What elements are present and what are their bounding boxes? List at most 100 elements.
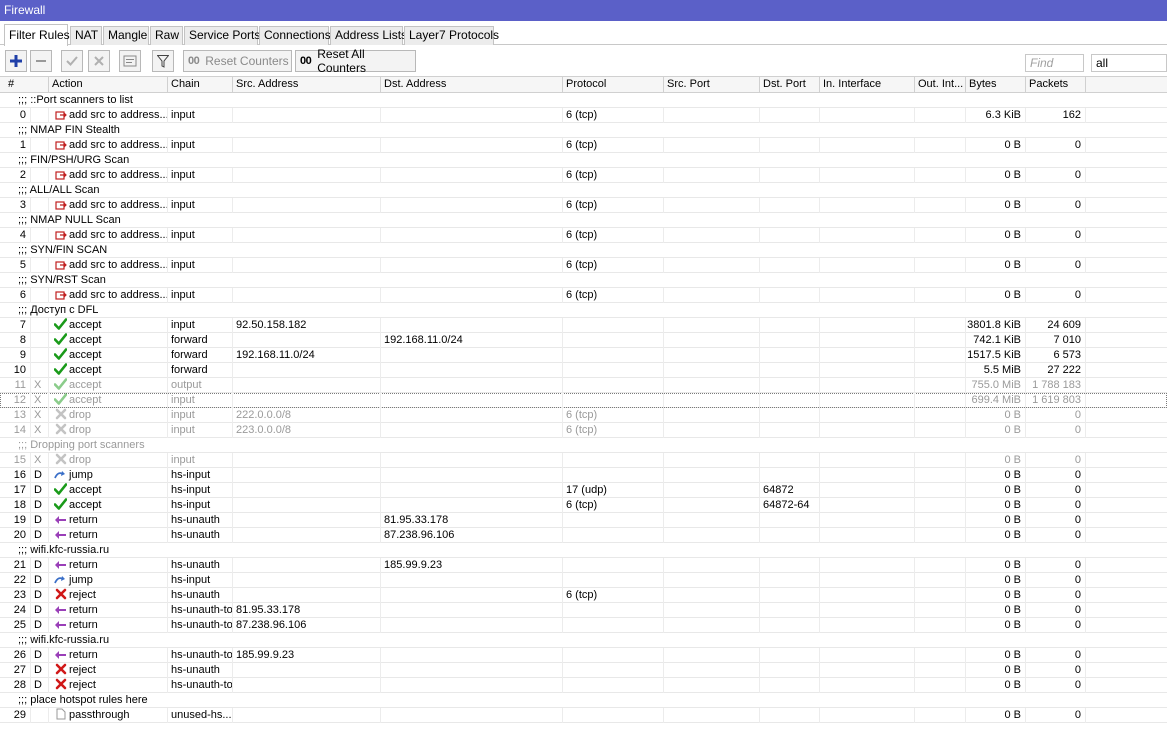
cell-src-port bbox=[664, 348, 760, 363]
cell-packets: 0 bbox=[1026, 198, 1086, 213]
rule-row[interactable]: 3 add src to address... input 6 (tcp) 0 B0 bbox=[0, 198, 1167, 213]
rule-row[interactable]: 1 add src to address... input 6 (tcp) 0 B0 bbox=[0, 138, 1167, 153]
col-src-address[interactable]: Src. Address bbox=[233, 77, 381, 92]
comment-row[interactable]: ;;; NMAP NULL Scan bbox=[0, 213, 1167, 228]
cell-src-port bbox=[664, 228, 760, 243]
remove-button[interactable] bbox=[30, 50, 52, 72]
rule-row[interactable]: 19 Dreturn hs-unauth 81.95.33.178 0 B0 bbox=[0, 513, 1167, 528]
accept-icon bbox=[54, 378, 67, 390]
col-action[interactable]: Action bbox=[49, 77, 168, 92]
cell-action: reject bbox=[49, 678, 168, 693]
cell-bytes: 0 B bbox=[966, 168, 1026, 183]
rule-row[interactable]: 6 add src to address... input 6 (tcp) 0 B0 bbox=[0, 288, 1167, 303]
cell-bytes: 0 B bbox=[966, 228, 1026, 243]
col-bytes[interactable]: Bytes bbox=[966, 77, 1026, 92]
find-input[interactable] bbox=[1025, 54, 1084, 72]
comment-row[interactable]: ;;; wifi.kfc-russia.ru bbox=[0, 543, 1167, 558]
disable-button[interactable] bbox=[88, 50, 110, 72]
col-in-interface[interactable]: In. Interface bbox=[820, 77, 915, 92]
tab-address-lists[interactable]: Address Lists bbox=[330, 26, 407, 45]
rule-row[interactable]: 5 add src to address... input 6 (tcp) 0 B0 bbox=[0, 258, 1167, 273]
comment-button[interactable] bbox=[119, 50, 141, 72]
rule-row[interactable]: 18 Daccept hs-input 6 (tcp) 64872-64 0 B0 bbox=[0, 498, 1167, 513]
col-dst-port[interactable]: Dst. Port bbox=[760, 77, 820, 92]
cell-protocol bbox=[563, 333, 664, 348]
rule-row[interactable]: 23 Dreject hs-unauth 6 (tcp) 0 B0 bbox=[0, 588, 1167, 603]
filter-select[interactable] bbox=[1091, 54, 1167, 72]
rule-row[interactable]: 24 Dreturn hs-unauth-to 81.95.33.178 0 B0 bbox=[0, 603, 1167, 618]
reset-all-counters-button[interactable]: 00 Reset All Counters bbox=[295, 47, 416, 75]
rule-row[interactable]: 22 Djump hs-input 0 B0 bbox=[0, 573, 1167, 588]
address-list-icon bbox=[54, 260, 67, 272]
cell-number: 10 bbox=[5, 363, 31, 378]
rule-row[interactable]: 28 Dreject hs-unauth-to 0 B0 bbox=[0, 678, 1167, 693]
cell-out-interface bbox=[915, 378, 966, 393]
rule-row[interactable]: 21 Dreturn hs-unauth 185.99.9.23 0 B0 bbox=[0, 558, 1167, 573]
tab-filter-rules[interactable]: Filter Rules bbox=[4, 24, 70, 46]
rule-row[interactable]: 27 Dreject hs-unauth 0 B0 bbox=[0, 663, 1167, 678]
filter-button[interactable] bbox=[152, 50, 174, 72]
cell-chain: hs-input bbox=[168, 483, 233, 498]
tab-service-ports[interactable]: Service Ports bbox=[184, 26, 260, 45]
col-number[interactable]: # bbox=[5, 77, 49, 92]
col-protocol[interactable]: Protocol bbox=[563, 77, 664, 92]
rule-row[interactable]: 16 Djump hs-input 0 B0 bbox=[0, 468, 1167, 483]
rule-row[interactable]: 2 add src to address... input 6 (tcp) 0 B0 bbox=[0, 168, 1167, 183]
tab-raw[interactable]: Raw bbox=[150, 26, 183, 45]
comment-row[interactable]: ;;; Dropping port scanners bbox=[0, 438, 1167, 453]
rule-row[interactable]: 14 Xdrop input 223.0.0.0/8 6 (tcp) 0 B0 bbox=[0, 423, 1167, 438]
col-dst-address[interactable]: Dst. Address bbox=[381, 77, 563, 92]
comment-row[interactable]: ;;; place hotspot rules here bbox=[0, 693, 1167, 708]
rule-row[interactable]: 9 accept forward 192.168.11.0/24 1517.5 KiB 6… bbox=[0, 348, 1167, 363]
cell-bytes: 0 B bbox=[966, 573, 1026, 588]
col-packets[interactable]: Packets bbox=[1026, 77, 1086, 92]
cell-chain: input bbox=[168, 288, 233, 303]
cell-out-interface bbox=[915, 573, 966, 588]
comment-row[interactable]: ;;; FIN/PSH/URG Scan bbox=[0, 153, 1167, 168]
comment-row[interactable]: ;;; ALL/ALL Scan bbox=[0, 183, 1167, 198]
rule-row[interactable]: 20 Dreturn hs-unauth 87.238.96.106 0 B0 bbox=[0, 528, 1167, 543]
tab-nat[interactable]: NAT bbox=[70, 26, 102, 45]
cell-src-port bbox=[664, 333, 760, 348]
reset-counters-button[interactable]: 00 Reset Counters bbox=[183, 50, 292, 72]
rule-row[interactable]: 0 add src to address... input 6 (tcp) 6.3 Ki… bbox=[0, 108, 1167, 123]
cell-number: 6 bbox=[5, 288, 31, 303]
rule-row[interactable]: 11 Xaccept output 755.0 MiB 1 788 183 bbox=[0, 378, 1167, 393]
tab-connections[interactable]: Connections bbox=[259, 26, 331, 45]
rule-row[interactable]: 17 Daccept hs-input 17 (udp) 64872 0 B0 bbox=[0, 483, 1167, 498]
cell-chain: forward bbox=[168, 363, 233, 378]
rule-row[interactable]: 10 accept forward 5.5 MiB 27 222 bbox=[0, 363, 1167, 378]
rule-row[interactable]: 13 Xdrop input 222.0.0.0/8 6 (tcp) 0 B0 bbox=[0, 408, 1167, 423]
cell-packets: 0 bbox=[1026, 678, 1086, 693]
enable-button[interactable] bbox=[61, 50, 83, 72]
cell-in-interface bbox=[820, 258, 915, 273]
rule-row[interactable]: 4 add src to address... input 6 (tcp) 0 B0 bbox=[0, 228, 1167, 243]
comment-row[interactable]: ;;; ::Port scanners to list bbox=[0, 93, 1167, 108]
rule-comment: ;;; SYN/FIN SCAN bbox=[18, 244, 108, 256]
rule-row[interactable]: 25 Dreturn hs-unauth-to 87.238.96.106 0 B0 bbox=[0, 618, 1167, 633]
rule-row[interactable]: 15 Xdrop input 0 B0 bbox=[0, 453, 1167, 468]
rule-row[interactable]: 8 accept forward 192.168.11.0/24 742.1 KiB 7 … bbox=[0, 333, 1167, 348]
comment-row[interactable]: ;;; NMAP FIN Stealth bbox=[0, 123, 1167, 138]
cell-dst-port bbox=[760, 663, 820, 678]
cell-dst-port bbox=[760, 528, 820, 543]
comment-row[interactable]: ;;; SYN/FIN SCAN bbox=[0, 243, 1167, 258]
rule-row[interactable]: 12 Xaccept input 699.4 MiB 1 619 803 bbox=[0, 393, 1167, 408]
col-src-port[interactable]: Src. Port bbox=[664, 77, 760, 92]
rule-row[interactable]: 29 passthrough unused-hs... 0 B0 bbox=[0, 708, 1167, 723]
comment-row[interactable]: ;;; wifi.kfc-russia.ru bbox=[0, 633, 1167, 648]
comment-row[interactable]: ;;; SYN/RST Scan bbox=[0, 273, 1167, 288]
rule-row[interactable]: 7 accept input 92.50.158.182 3801.8 KiB 24 60… bbox=[0, 318, 1167, 333]
comment-row[interactable]: ;;; Доступ с DFL bbox=[0, 303, 1167, 318]
cell-dst-port bbox=[760, 618, 820, 633]
col-chain[interactable]: Chain bbox=[168, 77, 233, 92]
cell-bytes: 0 B bbox=[966, 498, 1026, 513]
tab-mangle[interactable]: Mangle bbox=[103, 26, 149, 45]
cell-in-interface bbox=[820, 408, 915, 423]
table-body: ;;; ::Port scanners to list 0 add src to a… bbox=[0, 93, 1167, 723]
add-button[interactable] bbox=[5, 50, 27, 72]
tab-layer7-protocols[interactable]: Layer7 Protocols bbox=[404, 26, 499, 45]
cell-action: add src to address... bbox=[49, 228, 168, 243]
rule-row[interactable]: 26 Dreturn hs-unauth-to 185.99.9.23 0 B0 bbox=[0, 648, 1167, 663]
col-out-interface[interactable]: Out. Int... bbox=[915, 77, 966, 92]
